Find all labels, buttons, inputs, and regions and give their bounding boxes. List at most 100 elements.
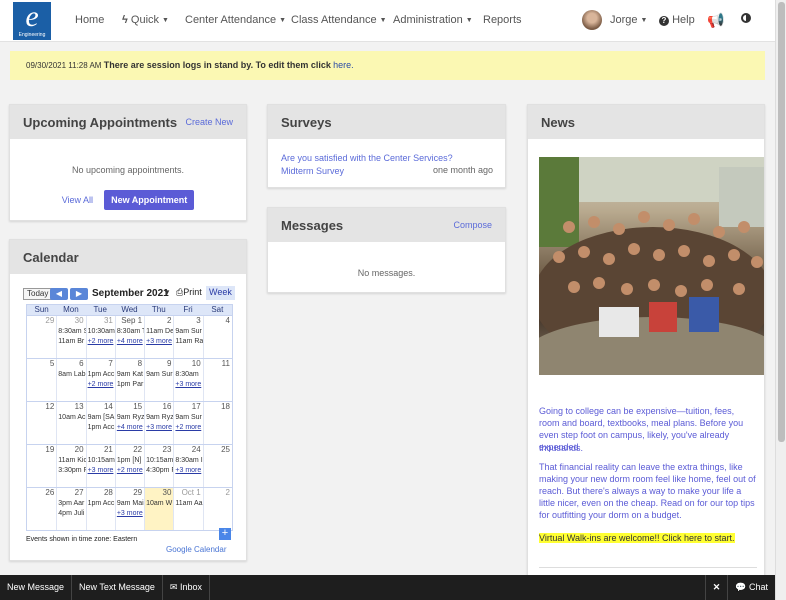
- calendar-event[interactable]: 10am W: [145, 499, 173, 509]
- day-number[interactable]: 11: [204, 359, 232, 370]
- calendar-event[interactable]: 3:30pm F: [57, 466, 85, 476]
- calendar-event[interactable]: 10am Ac: [57, 413, 85, 423]
- day-number[interactable]: Oct 1: [174, 488, 202, 499]
- calendar-event[interactable]: 10:30am: [87, 327, 115, 337]
- calendar-day[interactable]: 18: [202, 402, 232, 444]
- calendar-event[interactable]: 11am De: [145, 327, 173, 337]
- google-calendar-link[interactable]: Google Calendar: [166, 545, 226, 554]
- calendar-event[interactable]: 8am Lab: [57, 370, 85, 380]
- calendar-event[interactable]: 8:30am T: [116, 327, 144, 337]
- calendar-day[interactable]: 29 9am Mai +3 more: [114, 488, 144, 530]
- more-events-link[interactable]: +3 more: [174, 466, 202, 476]
- calendar-event[interactable]: 8:30am I: [174, 456, 202, 466]
- calendar-day[interactable]: 19: [27, 445, 56, 487]
- day-number[interactable]: 28: [87, 488, 115, 499]
- help-link[interactable]: ? Help: [659, 14, 695, 26]
- calendar-event[interactable]: 10:15am: [87, 456, 115, 466]
- calendar-day[interactable]: 14 9am [SA 1pm Acc: [85, 402, 115, 444]
- calendar-day[interactable]: 27 3pm Aar 4pm Juli: [56, 488, 85, 530]
- day-number[interactable]: 24: [174, 445, 202, 456]
- day-number[interactable]: 12: [27, 402, 56, 413]
- nav-administration[interactable]: Administration ▼: [393, 14, 473, 26]
- day-number[interactable]: Sep 1: [116, 316, 144, 327]
- print-button[interactable]: ⎙Print: [176, 287, 202, 298]
- compose-link[interactable]: Compose: [453, 220, 492, 230]
- nav-home[interactable]: Home: [75, 14, 104, 26]
- day-number[interactable]: 14: [87, 402, 115, 413]
- user-menu[interactable]: Jorge ▼: [610, 14, 647, 26]
- calendar-day[interactable]: 6 8am Lab: [56, 359, 86, 401]
- calendar-day[interactable]: 5: [27, 359, 56, 401]
- calendar-day[interactable]: 10 8:30am +3 more: [173, 359, 202, 401]
- calendar-day[interactable]: 7 1pm Acc +2 more: [85, 359, 115, 401]
- prev-month-button[interactable]: ◀: [50, 288, 68, 300]
- more-events-link[interactable]: +2 more: [87, 337, 115, 347]
- more-events-link[interactable]: +2 more: [87, 380, 115, 390]
- more-events-link[interactable]: +2 more: [116, 466, 144, 476]
- calendar-day[interactable]: 17 9am Sur +2 more: [173, 402, 202, 444]
- create-new-link[interactable]: Create New: [185, 117, 233, 127]
- nav-center-attendance[interactable]: Center Attendance ▼: [185, 14, 286, 26]
- nav-quick[interactable]: ϟ Quick ▼: [122, 14, 169, 26]
- calendar-event[interactable]: 9am Ryz: [145, 413, 173, 423]
- day-number[interactable]: 10: [174, 359, 202, 370]
- day-number[interactable]: 6: [57, 359, 85, 370]
- calendar-day[interactable]: 15 9am Ryz +4 more: [114, 402, 144, 444]
- page-scrollbar[interactable]: [775, 0, 786, 600]
- avatar[interactable]: [582, 10, 602, 30]
- calendar-event[interactable]: 8:30am: [174, 370, 202, 380]
- calendar-event[interactable]: 3pm Aar: [57, 499, 85, 509]
- calendar-day[interactable]: 25: [202, 445, 232, 487]
- calendar-event[interactable]: 11am Kic: [57, 456, 85, 466]
- calendar-day[interactable]: 2: [202, 488, 232, 530]
- today-button[interactable]: Today: [23, 288, 53, 300]
- day-number[interactable]: 29: [27, 316, 56, 327]
- day-number[interactable]: 7: [87, 359, 115, 370]
- day-number[interactable]: 16: [145, 402, 173, 413]
- calendar-day[interactable]: 26: [27, 488, 56, 530]
- day-number[interactable]: 8: [116, 359, 144, 370]
- day-number[interactable]: 22: [116, 445, 144, 456]
- virtual-walkin-link[interactable]: Virtual Walk-ins are welcome!! Click her…: [539, 533, 735, 543]
- day-number[interactable]: 4: [204, 316, 232, 327]
- day-number[interactable]: 26: [27, 488, 56, 499]
- calendar-day[interactable]: 8 9am Kat 1pm Par: [114, 359, 144, 401]
- calendar-day[interactable]: 16 9am Ryz +3 more: [144, 402, 173, 444]
- calendar-day[interactable]: 4: [202, 316, 232, 358]
- day-number[interactable]: 15: [116, 402, 144, 413]
- day-number[interactable]: 27: [57, 488, 85, 499]
- calendar-day[interactable]: Oct 1 11am Aa: [173, 488, 203, 530]
- calendar-event[interactable]: 1pm Acc: [87, 499, 115, 509]
- calendar-day[interactable]: 21 10:15am +3 more: [85, 445, 115, 487]
- calendar-day[interactable]: 31 10:30am +2 more: [85, 316, 115, 358]
- month-dropdown-icon[interactable]: ▼: [163, 288, 171, 297]
- more-events-link[interactable]: +3 more: [87, 466, 115, 476]
- calendar-day[interactable]: 12: [27, 402, 56, 444]
- calendar-event[interactable]: 9am [SA: [87, 413, 115, 423]
- scrollbar-thumb[interactable]: [778, 2, 785, 442]
- nav-class-attendance[interactable]: Class Attendance ▼: [291, 14, 387, 26]
- more-events-link[interactable]: +2 more: [174, 423, 202, 433]
- calendar-event[interactable]: 11am Ra: [174, 337, 202, 347]
- day-number[interactable]: 5: [27, 359, 56, 370]
- contrast-toggle-icon[interactable]: [741, 13, 751, 26]
- chat-button[interactable]: 💬 Chat: [727, 575, 775, 600]
- nav-reports[interactable]: Reports: [483, 14, 522, 26]
- calendar-event[interactable]: 9am Ryz: [116, 413, 144, 423]
- calendar-day[interactable]: 29: [27, 316, 56, 358]
- day-number[interactable]: 3: [174, 316, 202, 327]
- calendar-event[interactable]: 1pm Acc: [87, 423, 115, 433]
- more-events-link[interactable]: +3 more: [145, 337, 173, 347]
- more-events-link[interactable]: +4 more: [116, 423, 144, 433]
- calendar-day[interactable]: 24 8:30am I +3 more: [173, 445, 203, 487]
- calendar-day[interactable]: Sep 1 8:30am T +4 more: [114, 316, 144, 358]
- day-number[interactable]: 2: [204, 488, 232, 499]
- calendar-event[interactable]: 9am Sur: [174, 413, 202, 423]
- day-number[interactable]: 23: [145, 445, 173, 456]
- calendar-day[interactable]: 28 1pm Acc: [85, 488, 115, 530]
- calendar-event[interactable]: 11am Br: [57, 337, 85, 347]
- day-number[interactable]: 19: [27, 445, 56, 456]
- new-text-message-button[interactable]: New Text Message: [72, 575, 163, 600]
- plus-icon[interactable]: +: [219, 528, 231, 540]
- calendar-event[interactable]: 1pm Acc: [87, 370, 115, 380]
